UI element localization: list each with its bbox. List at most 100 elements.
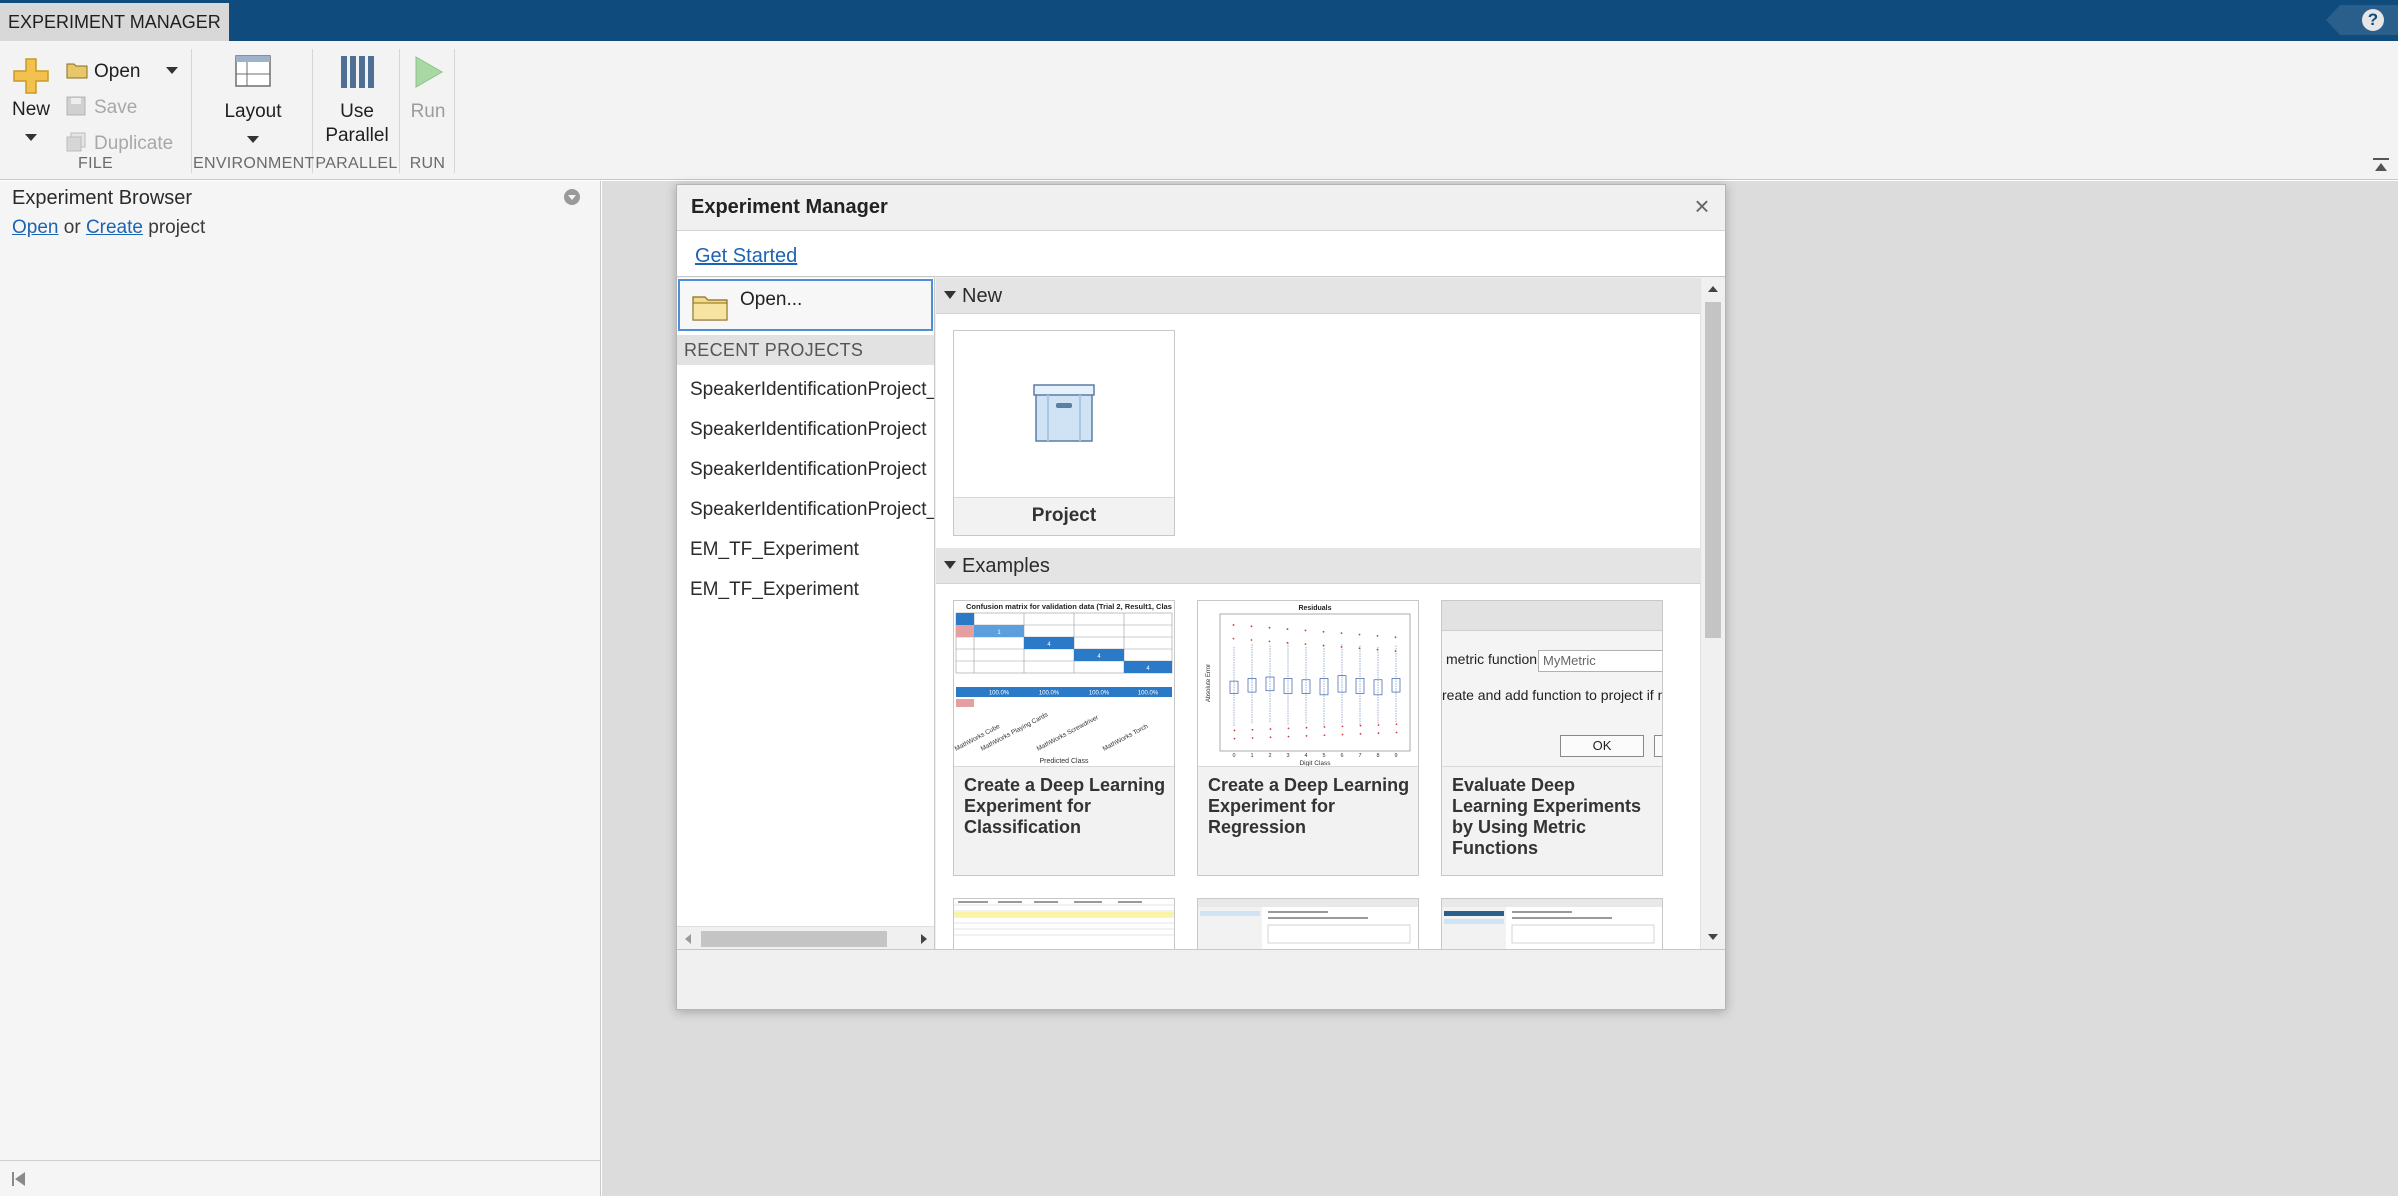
new-section-label: New <box>962 285 1003 307</box>
app-screenshot-thumbnail <box>1442 899 1662 950</box>
outlier-point <box>1269 728 1272 730</box>
app-tab[interactable]: EXPERIMENT MANAGER <box>0 3 229 41</box>
run-section-label: RUN <box>409 155 446 172</box>
create-project-link[interactable]: Create <box>86 217 143 238</box>
run-button[interactable]: Run <box>401 55 455 123</box>
outlier-point <box>1359 724 1362 727</box>
layout-label: Layout <box>224 101 282 122</box>
outlier-point <box>1358 647 1361 650</box>
residuals-ylabel: Absolute Error <box>1206 664 1212 702</box>
save-button[interactable]: Save <box>66 91 186 125</box>
recent-project-item[interactable]: SpeakerIdentificationProject <box>677 410 934 450</box>
scroll-right-icon[interactable] <box>921 934 927 944</box>
scrollbar-thumb[interactable] <box>1705 302 1721 638</box>
browser-footer <box>0 1160 600 1196</box>
parallel-icon <box>341 56 374 88</box>
outlier-point <box>1287 727 1290 730</box>
tab-get-started[interactable]: Get Started <box>695 245 797 267</box>
recent-projects-header: RECENT PROJECTS <box>677 335 934 365</box>
use-parallel-button[interactable]: Use Parallel <box>314 55 400 147</box>
example-card-partial[interactable] <box>1441 898 1663 950</box>
rewind-icon[interactable] <box>12 1171 26 1187</box>
start-page-left-pane: Open... RECENT PROJECTS SpeakerIdentific… <box>677 278 935 950</box>
outlier-point <box>1304 643 1307 646</box>
run-section: Run RUN <box>401 49 455 173</box>
open-project-button[interactable]: Open... <box>678 279 933 331</box>
new-dropdown-icon <box>6 125 56 147</box>
percent-value: 100.0% <box>989 691 1010 697</box>
thumb-dialog-titlebar <box>1442 601 1662 631</box>
scroll-left-icon[interactable] <box>685 934 691 944</box>
open-label: Open... <box>740 289 803 310</box>
x-tick-label: 2 <box>1268 753 1271 759</box>
outlier-point <box>1358 633 1361 636</box>
outlier-point <box>1395 731 1398 734</box>
confusion-xlabel: Predicted Class <box>1039 758 1089 765</box>
collapse-toolstrip-icon[interactable] <box>2372 157 2390 173</box>
project-card-label: Project <box>1031 505 1097 526</box>
residuals-title: Residuals <box>1298 605 1331 612</box>
example-card-partial[interactable] <box>953 898 1175 950</box>
x-tick-label: 1 <box>1250 753 1253 759</box>
new-button[interactable]: New <box>6 57 56 147</box>
example-card-regression[interactable]: Residuals Absolute Error Digit Class 0 1 2… <box>1197 600 1419 876</box>
app-screenshot-thumbnail <box>1198 899 1418 950</box>
save-icon <box>66 96 86 116</box>
browser-header: Experiment Browser <box>0 181 600 213</box>
open-dropdown-icon[interactable] <box>165 67 178 74</box>
recent-project-item[interactable]: EM_TF_Experiment <box>677 530 934 570</box>
scrollbar-thumb[interactable] <box>701 931 887 947</box>
ok-label: OK <box>1592 738 1612 753</box>
collapse-icon <box>944 560 956 569</box>
open-button[interactable]: Open <box>66 55 186 89</box>
x-tick-label: 7 <box>1358 753 1361 759</box>
outlier-point <box>1286 628 1289 630</box>
example-card-metric-functions[interactable]: metric function MyMetric reate and add f… <box>1441 600 1663 876</box>
layout-dropdown-icon <box>193 127 313 149</box>
horizontal-scrollbar[interactable] <box>677 926 934 950</box>
outlier-point <box>1341 725 1344 728</box>
toolstrip: New Open Save Duplicate FILE Layout ENVI… <box>0 41 2398 180</box>
layout-button[interactable]: Layout <box>193 55 313 149</box>
vertical-scrollbar[interactable] <box>1700 278 1725 950</box>
panel-menu-icon[interactable] <box>564 189 580 205</box>
start-page-gallery: New Project Examples Confusion matrix fo… <box>936 278 1700 950</box>
experiment-browser: Experiment Browser Open or Create projec… <box>0 181 601 1196</box>
outlier-point <box>1250 639 1253 641</box>
x-tick-label: 9 <box>1394 753 1397 759</box>
new-project-card[interactable]: Project <box>953 330 1175 536</box>
new-section-header[interactable]: New <box>936 278 1700 314</box>
dialog-titlebar: Experiment Manager × <box>677 185 1725 231</box>
collapse-icon <box>944 290 956 299</box>
recent-project-item[interactable]: SpeakerIdentificationProject <box>677 450 934 490</box>
examples-section-header[interactable]: Examples <box>936 548 1700 584</box>
dialog-title: Experiment Manager <box>691 196 888 218</box>
environment-section-label: ENVIRONMENT <box>193 155 315 172</box>
x-tick-label: 0 <box>1232 753 1235 759</box>
example-card-partial[interactable] <box>1197 898 1419 950</box>
file-section-label: FILE <box>78 155 113 172</box>
example-card-classification[interactable]: Confusion matrix for validation data (Tr… <box>953 600 1175 876</box>
close-icon[interactable]: × <box>1691 193 1713 219</box>
recent-project-item[interactable]: EM_TF_Experiment <box>677 570 934 610</box>
title-bar: EXPERIMENT MANAGER ? <box>0 0 2398 41</box>
outlier-point <box>1304 629 1307 632</box>
or-text: or <box>58 217 86 238</box>
outlier-point <box>1377 724 1380 726</box>
outlier-point <box>1340 645 1343 648</box>
scroll-down-icon[interactable] <box>1708 934 1718 940</box>
recent-project-item[interactable]: SpeakerIdentificationProject_te <box>677 490 934 530</box>
run-label: Run <box>410 101 446 122</box>
recent-project-item[interactable]: SpeakerIdentificationProject_te <box>677 370 934 410</box>
duplicate-label: Duplicate <box>94 133 174 154</box>
outlier-point <box>1287 735 1290 738</box>
outlier-point <box>1359 732 1362 735</box>
use-parallel-label-1: Use <box>340 101 374 122</box>
residuals-boxplot-thumbnail: Residuals Absolute Error Digit Class 0 1 2… <box>1206 605 1411 766</box>
open-project-link[interactable]: Open <box>12 217 58 238</box>
dialog-tab-bar: Get Started <box>677 231 1725 277</box>
help-button[interactable]: ? <box>2326 5 2398 35</box>
project-box-icon <box>1033 384 1095 442</box>
scroll-up-icon[interactable] <box>1708 286 1718 292</box>
parallel-section: Use Parallel PARALLEL <box>314 49 400 173</box>
